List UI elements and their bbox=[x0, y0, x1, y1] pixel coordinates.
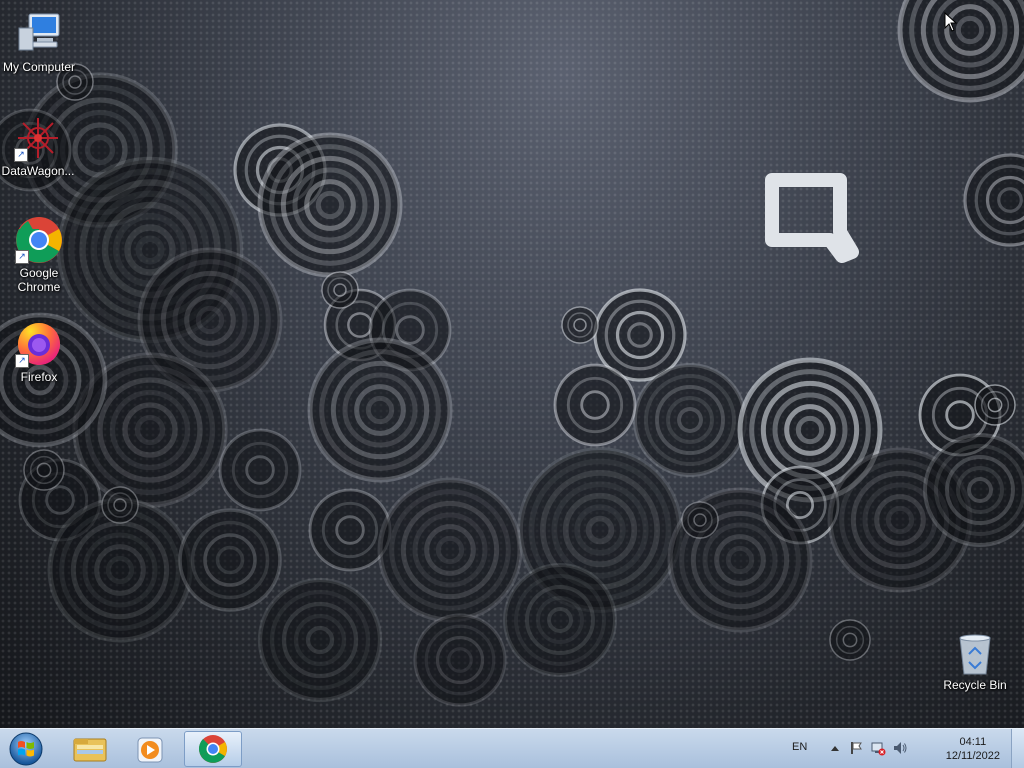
desktop-icon-label: My Computer bbox=[2, 60, 76, 74]
desktop-icon-datawagon[interactable]: ↗ DataWagon... bbox=[0, 114, 76, 178]
desktop-icon-label: Recycle Bin bbox=[943, 678, 1007, 692]
wallpaper-ring bbox=[23, 449, 65, 491]
desktop-icon-label: Google Chrome bbox=[17, 266, 61, 294]
taskbar-media-player[interactable] bbox=[124, 731, 176, 767]
wallpaper-logo bbox=[765, 173, 859, 263]
desktop-icon-firefox[interactable]: ↗ Firefox bbox=[1, 320, 77, 384]
wallpaper-ring bbox=[321, 271, 359, 309]
desktop-icon-label: Firefox bbox=[20, 370, 58, 384]
wallpaper-ring bbox=[413, 613, 507, 707]
action-center-flag-icon[interactable] bbox=[848, 740, 864, 756]
wallpaper-ring bbox=[829, 619, 871, 661]
shortcut-arrow-icon: ↗ bbox=[15, 354, 29, 368]
recycle-bin-icon bbox=[955, 632, 995, 676]
mouse-pointer-icon bbox=[944, 12, 958, 32]
desktop-icon-google-chrome[interactable]: ↗ Google Chrome bbox=[1, 216, 77, 294]
start-button[interactable] bbox=[6, 731, 46, 767]
wallpaper-ring bbox=[923, 433, 1024, 547]
wallpaper-ring bbox=[101, 486, 139, 524]
desktop-icon-label: DataWagon... bbox=[1, 164, 75, 178]
datawagon-icon: ↗ bbox=[14, 114, 62, 162]
clock[interactable]: 04:11 12/11/2022 bbox=[946, 735, 1000, 763]
folder-icon bbox=[73, 738, 107, 762]
desktop[interactable]: My Computer ↗ DataWagon... ↗ Google Chro… bbox=[0, 0, 1024, 728]
wallpaper-ring bbox=[897, 0, 1024, 103]
wallpaper-ring bbox=[633, 363, 747, 477]
wallpaper-ring bbox=[307, 337, 453, 483]
wallpaper-ring bbox=[377, 477, 523, 623]
wallpaper-ring bbox=[963, 153, 1024, 247]
wallpaper-ring bbox=[218, 428, 302, 512]
clock-time: 04:11 bbox=[959, 736, 987, 748]
chrome-icon: ↗ bbox=[15, 216, 63, 264]
wallpaper-ring bbox=[257, 132, 403, 278]
volume-icon[interactable] bbox=[892, 740, 908, 756]
chrome-icon bbox=[199, 735, 227, 763]
desktop-icon-recycle-bin[interactable]: Recycle Bin bbox=[937, 632, 1013, 692]
media-player-icon bbox=[137, 737, 163, 763]
firefox-icon: ↗ bbox=[15, 320, 63, 368]
notification-area: EN 04:11 12/11/2022 bbox=[778, 729, 1008, 768]
clock-date: 12/11/2022 bbox=[945, 750, 1000, 762]
network-disconnected-icon[interactable] bbox=[870, 740, 886, 756]
taskbar: EN 04:11 12/11/2022 bbox=[0, 728, 1024, 768]
computer-icon bbox=[15, 10, 63, 58]
desktop-icon-my-computer[interactable]: My Computer bbox=[1, 10, 77, 74]
show-desktop-button[interactable] bbox=[1011, 729, 1024, 768]
wallpaper-circles bbox=[0, 0, 1024, 707]
wallpaper-ring bbox=[974, 384, 1016, 426]
wallpaper-ring bbox=[561, 306, 599, 344]
language-indicator[interactable]: EN bbox=[792, 741, 807, 753]
taskbar-windows-explorer[interactable] bbox=[64, 731, 116, 767]
wallpaper-ring bbox=[257, 577, 383, 703]
shortcut-arrow-icon: ↗ bbox=[15, 250, 29, 264]
wallpaper-ring bbox=[178, 508, 282, 612]
shortcut-arrow-icon: ↗ bbox=[14, 148, 28, 162]
windows-logo-icon bbox=[9, 732, 43, 766]
show-hidden-icons-icon[interactable] bbox=[830, 744, 840, 752]
wallpaper-ring bbox=[553, 363, 637, 447]
wallpaper-ring bbox=[681, 501, 719, 539]
taskbar-google-chrome[interactable] bbox=[184, 731, 242, 767]
wallpaper-ring bbox=[503, 563, 617, 677]
